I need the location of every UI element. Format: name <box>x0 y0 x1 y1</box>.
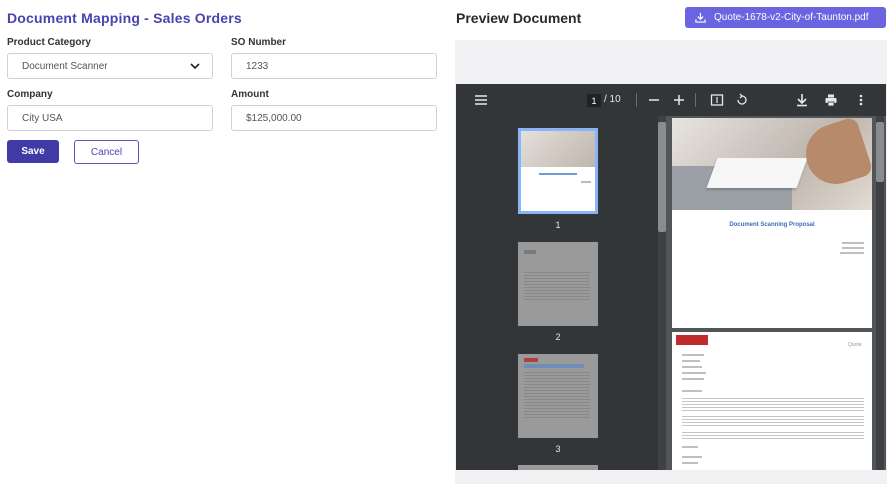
download-pdf-icon[interactable] <box>795 93 809 107</box>
thumbnail-text-block <box>524 272 590 302</box>
address-line <box>842 247 864 249</box>
page-total: / 10 <box>604 94 621 105</box>
thumbnail-number: 2 <box>555 332 561 342</box>
signature-line <box>682 462 698 464</box>
quote-label: Quote <box>848 342 862 348</box>
thumbnail-page-1[interactable] <box>518 128 598 214</box>
current-page-input[interactable]: 1 <box>587 94 601 107</box>
pdf-toolbar: 1 / 10 <box>456 84 886 116</box>
thumbnail-text-block <box>524 372 590 418</box>
address-line <box>682 360 700 362</box>
thumbnail-page-4[interactable] <box>518 465 598 470</box>
thumbnail-number: 3 <box>555 444 561 454</box>
app-root: Document Mapping - Sales Orders Product … <box>0 0 893 484</box>
toolbar-divider <box>636 93 637 107</box>
download-file-button[interactable]: Quote-1678-v2-City-of-Taunton.pdf <box>685 7 886 28</box>
zoom-out-icon[interactable] <box>647 93 661 107</box>
company-logo <box>676 335 708 345</box>
thumbnail-scrollbar-thumb[interactable] <box>658 122 666 232</box>
so-number-value: 1233 <box>246 60 269 72</box>
closing-line <box>682 446 698 448</box>
body-paragraph <box>682 416 864 428</box>
menu-icon[interactable] <box>474 93 488 107</box>
address-line <box>842 242 864 244</box>
zoom-in-icon[interactable] <box>672 93 686 107</box>
so-number-label: SO Number <box>231 37 287 48</box>
thumbnail-heading-line <box>539 173 577 175</box>
product-category-value: Document Scanner <box>22 60 108 72</box>
thumbnail-number: 1 <box>555 220 561 230</box>
page-scrollbar[interactable] <box>876 116 884 470</box>
thumbnail-heading-line <box>524 364 584 368</box>
body-paragraph <box>682 398 864 412</box>
more-options-icon[interactable] <box>854 93 868 107</box>
address-line <box>682 366 702 368</box>
amount-input[interactable]: $125,000.00 <box>231 105 437 131</box>
salutation-line <box>682 390 702 392</box>
preview-title: Preview Document <box>456 10 582 26</box>
scanner-photo <box>672 118 872 210</box>
address-line <box>682 372 706 374</box>
thumbnail-text-line <box>581 181 591 183</box>
pdf-page-view: Document Scanning Proposal Quote <box>669 116 886 470</box>
amount-label: Amount <box>231 89 269 100</box>
save-button[interactable]: Save <box>7 140 59 163</box>
amount-value: $125,000.00 <box>246 112 302 124</box>
address-line <box>840 252 864 254</box>
address-line <box>682 378 704 380</box>
thumbnail-scrollbar[interactable] <box>658 116 666 470</box>
download-file-name: Quote-1678-v2-City-of-Taunton.pdf <box>714 12 869 23</box>
pdf-page-1: Document Scanning Proposal <box>672 118 872 328</box>
page-title: Document Mapping - Sales Orders <box>7 10 242 26</box>
thumbnail-image <box>521 131 595 167</box>
thumbnail-logo <box>524 358 538 362</box>
address-line <box>682 354 704 356</box>
signature-line <box>682 456 702 458</box>
company-input[interactable]: City USA <box>7 105 213 131</box>
product-category-select[interactable]: Document Scanner <box>7 53 213 79</box>
cancel-button[interactable]: Cancel <box>74 140 139 164</box>
fit-page-icon[interactable] <box>710 93 724 107</box>
company-value: City USA <box>22 112 63 124</box>
page-scrollbar-thumb[interactable] <box>876 122 884 182</box>
hand-shape <box>798 118 872 192</box>
download-icon <box>695 12 706 23</box>
toolbar-divider <box>695 93 696 107</box>
proposal-heading: Document Scanning Proposal <box>729 222 815 228</box>
pdf-viewer: 1 / 10 1 2 3 Document Scanning Proposal … <box>456 84 886 470</box>
body-paragraph <box>682 432 864 440</box>
company-label: Company <box>7 89 53 100</box>
product-category-label: Product Category <box>7 37 91 48</box>
thumbnail-page-2[interactable] <box>518 242 598 326</box>
paper-shape <box>706 158 808 188</box>
chevron-down-icon <box>190 63 200 70</box>
print-icon[interactable] <box>824 93 838 107</box>
thumbnail-sidebar: 1 2 3 <box>456 116 666 470</box>
pdf-page-2: Quote <box>672 332 872 470</box>
thumbnail-text-line <box>524 250 536 254</box>
rotate-icon[interactable] <box>735 93 749 107</box>
so-number-input[interactable]: 1233 <box>231 53 437 79</box>
thumbnail-page-3[interactable] <box>518 354 598 438</box>
